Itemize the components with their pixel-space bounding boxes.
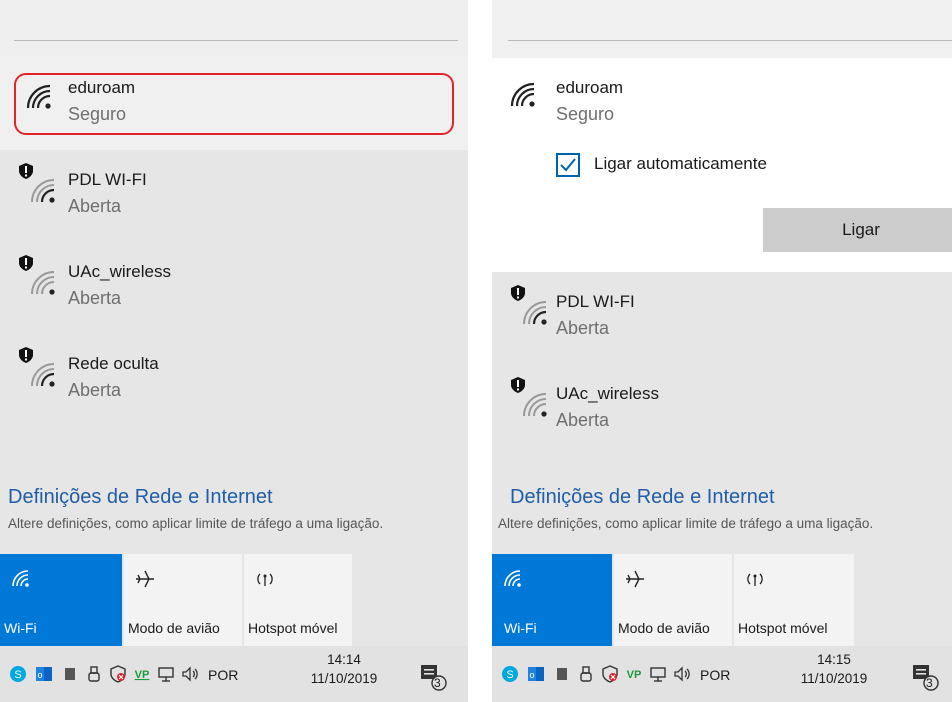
taskbar: S o VP POR 14:15 11/10/2019 3 xyxy=(492,646,952,702)
tile-label: Modo de avião xyxy=(618,620,710,636)
wifi-signal-icon xyxy=(510,82,535,107)
tile-label: Hotspot móvel xyxy=(738,620,828,636)
defender-shield-icon[interactable] xyxy=(108,664,128,684)
network-flyout-right: eduroam Seguro Ligar automaticamente Lig… xyxy=(492,0,952,702)
svg-text:S: S xyxy=(506,669,513,681)
tile-airplane-mode[interactable]: Modo de avião xyxy=(124,554,242,646)
clock-date: 11/10/2019 xyxy=(800,671,868,686)
tile-label: Wi-Fi xyxy=(4,620,37,636)
network-name: eduroam xyxy=(556,78,624,97)
network-name: Rede oculta xyxy=(68,354,159,373)
airplane-icon xyxy=(626,570,644,588)
quick-action-tiles: Wi-Fi Modo de avião Hotspot móvel xyxy=(492,554,952,646)
network-name: UAc_wireless xyxy=(556,384,659,403)
tablet-icon[interactable] xyxy=(552,664,572,684)
network-item-pdl-wifi[interactable]: PDL WI-FI Aberta xyxy=(492,272,952,364)
usb-icon[interactable] xyxy=(576,664,596,684)
airplane-icon xyxy=(136,570,154,588)
volume-icon[interactable] xyxy=(672,664,692,684)
tile-mobile-hotspot[interactable]: Hotspot móvel xyxy=(244,554,352,646)
clock-time: 14:14 xyxy=(327,652,361,667)
network-settings-description: Altere definições, como aplicar limite d… xyxy=(498,516,874,531)
vpn-icon[interactable]: VP xyxy=(624,664,644,684)
flyout-header xyxy=(0,0,468,58)
network-status: Aberta xyxy=(68,196,122,216)
skype-icon[interactable]: S xyxy=(500,664,520,684)
network-settings-description: Altere definições, como aplicar limite d… xyxy=(8,516,384,531)
language-indicator[interactable]: POR xyxy=(208,667,238,683)
tile-label: Wi-Fi xyxy=(504,620,537,636)
svg-text:VP: VP xyxy=(135,669,150,681)
notification-count: 3 xyxy=(434,676,441,690)
divider xyxy=(14,40,458,41)
quick-action-tiles: Wi-Fi Modo de avião Hotspot móvel xyxy=(0,554,468,646)
outlook-icon[interactable]: o xyxy=(526,664,546,684)
outlook-icon[interactable]: o xyxy=(34,664,54,684)
notification-count: 3 xyxy=(926,676,933,690)
wifi-weak-icon xyxy=(523,393,547,417)
clock-date: 11/10/2019 xyxy=(310,671,378,686)
network-tray-icon[interactable] xyxy=(648,664,668,684)
wifi-icon xyxy=(12,570,29,587)
network-item-eduroam[interactable]: eduroam Seguro xyxy=(0,58,468,150)
svg-text:VP: VP xyxy=(627,669,642,681)
defender-shield-icon[interactable] xyxy=(600,664,620,684)
tile-wifi[interactable]: Wi-Fi xyxy=(0,554,122,646)
connect-button[interactable]: Ligar xyxy=(763,208,952,252)
flyout-header xyxy=(492,0,952,58)
auto-connect-checkbox[interactable] xyxy=(556,153,580,177)
wifi-weak-icon xyxy=(31,271,55,295)
auto-connect-label: Ligar automaticamente xyxy=(594,154,767,173)
usb-icon[interactable] xyxy=(84,664,104,684)
wifi-signal-icon xyxy=(26,84,51,109)
svg-text:o: o xyxy=(37,670,42,680)
network-item-rede-oculta[interactable]: Rede oculta Aberta xyxy=(0,334,468,426)
svg-text:o: o xyxy=(529,670,534,680)
language-indicator[interactable]: POR xyxy=(700,667,730,683)
network-item-pdl-wifi[interactable]: PDL WI-FI Aberta xyxy=(0,150,468,242)
tile-mobile-hotspot[interactable]: Hotspot móvel xyxy=(734,554,854,646)
clock[interactable]: 14:14 11/10/2019 xyxy=(304,652,384,686)
clock[interactable]: 14:15 11/10/2019 xyxy=(794,652,874,686)
wifi-icon xyxy=(504,570,521,587)
network-item-uac-wireless[interactable]: UAc_wireless Aberta xyxy=(0,242,468,334)
network-name: eduroam xyxy=(68,78,136,97)
skype-icon[interactable]: S xyxy=(8,664,28,684)
clock-time: 14:15 xyxy=(817,652,851,667)
hotspot-icon xyxy=(747,573,763,586)
network-status: Seguro xyxy=(68,104,127,124)
action-center-icon[interactable] xyxy=(418,662,448,692)
action-center-icon[interactable] xyxy=(910,662,940,692)
hotspot-icon xyxy=(257,573,273,586)
network-status: Aberta xyxy=(68,288,122,308)
network-item-eduroam-expanded[interactable]: eduroam Seguro Ligar automaticamente Lig… xyxy=(492,58,952,272)
wifi-open-icon xyxy=(31,179,55,203)
network-flyout-left: eduroam Seguro PDL WI-FI Aberta UAc_wire… xyxy=(0,0,468,702)
divider xyxy=(508,40,952,41)
vpn-icon[interactable]: VP xyxy=(132,664,152,684)
network-name: UAc_wireless xyxy=(68,262,171,281)
network-status: Aberta xyxy=(68,380,122,400)
tile-wifi[interactable]: Wi-Fi xyxy=(492,554,612,646)
tile-label: Modo de avião xyxy=(128,620,220,636)
network-tray-icon[interactable] xyxy=(156,664,176,684)
network-status: Seguro xyxy=(556,104,615,124)
svg-text:S: S xyxy=(14,669,21,681)
tile-label: Hotspot móvel xyxy=(248,620,338,636)
tile-airplane-mode[interactable]: Modo de avião xyxy=(614,554,732,646)
network-name: PDL WI-FI xyxy=(556,292,635,311)
network-item-uac-wireless[interactable]: UAc_wireless Aberta xyxy=(492,364,952,456)
checkmark-icon xyxy=(560,158,576,172)
network-settings-link[interactable]: Definições de Rede e Internet xyxy=(8,486,273,509)
volume-icon[interactable] xyxy=(180,664,200,684)
wifi-open-icon xyxy=(31,363,55,387)
network-status: Aberta xyxy=(556,318,610,338)
network-name: PDL WI-FI xyxy=(68,170,147,189)
wifi-open-icon xyxy=(523,301,547,325)
network-settings-link[interactable]: Definições de Rede e Internet xyxy=(510,486,775,509)
network-status: Aberta xyxy=(556,410,610,430)
taskbar: S o VP POR 14:14 11/10/2019 3 xyxy=(0,646,468,702)
tablet-icon[interactable] xyxy=(60,664,80,684)
